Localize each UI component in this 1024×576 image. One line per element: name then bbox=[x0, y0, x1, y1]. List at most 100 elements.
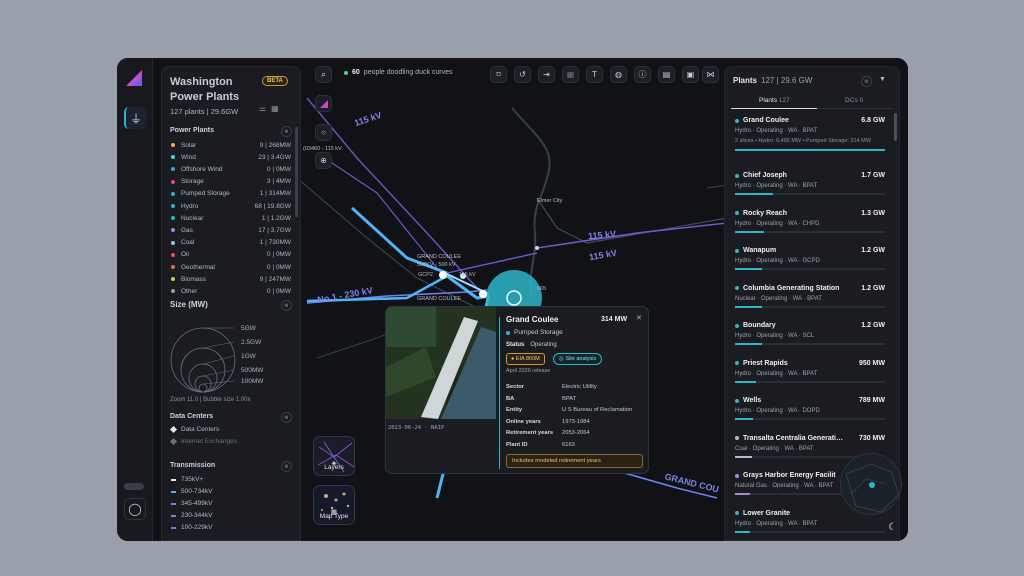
plant-list-item[interactable]: Chief Joseph 1.7 GW Hydro · Operating · W… bbox=[735, 172, 885, 195]
dc-label: Data Centers bbox=[181, 426, 220, 433]
source-label: Solar bbox=[181, 141, 197, 149]
tab-plants[interactable]: Plants 127 bbox=[759, 97, 790, 104]
sliders-icon[interactable]: ⚌ bbox=[259, 104, 271, 113]
field-key: Entity bbox=[506, 407, 523, 413]
source-legend-item[interactable]: Wind 23 | 3.4GW bbox=[171, 151, 291, 163]
plant-dot-icon bbox=[735, 211, 739, 215]
circle-tool-icon[interactable]: ○ bbox=[315, 124, 332, 141]
panel-controls[interactable]: ⚌▦ bbox=[259, 104, 284, 113]
retirement-note: Includes modeled retirement years bbox=[506, 454, 643, 468]
capacity-bar bbox=[735, 418, 885, 420]
chevron-down-icon[interactable]: ▼ bbox=[879, 76, 886, 83]
transmission-legend-item[interactable]: 100-229kV bbox=[171, 524, 212, 531]
source-legend-item[interactable]: Geothermal 0 | 0MW bbox=[171, 261, 291, 273]
moon-icon[interactable]: ☾ bbox=[888, 522, 900, 534]
scrollbar[interactable] bbox=[894, 113, 897, 141]
source-legend-item[interactable]: Biomass 9 | 247MW bbox=[171, 273, 291, 285]
minimap[interactable] bbox=[840, 453, 902, 515]
plant-name-row: Wanapum 1.2 GW bbox=[735, 247, 885, 254]
source-dot-icon bbox=[171, 191, 175, 196]
document-icon[interactable]: ▤ bbox=[658, 66, 675, 83]
search-icon[interactable]: ⌕ bbox=[315, 66, 332, 83]
share-icon[interactable]: ⋈ bbox=[702, 66, 719, 83]
capacity-bar bbox=[735, 149, 885, 151]
text-tool-icon[interactable]: T bbox=[586, 66, 603, 83]
plant-list-item[interactable]: Grand Coulee 6.8 GW Hydro · Operating · W… bbox=[735, 117, 885, 151]
site-analysis-button[interactable]: ◎ Site analysis bbox=[553, 353, 603, 365]
layers-button[interactable]: ◈ Layers bbox=[313, 436, 355, 476]
transmission-legend-item[interactable]: 500-734kV bbox=[171, 488, 212, 495]
source-legend-item[interactable]: Storage 3 | 4MW bbox=[171, 176, 291, 188]
grid-icon[interactable]: ▦ bbox=[562, 66, 579, 83]
beta-badge: BETA bbox=[262, 76, 288, 86]
dc-legend-item[interactable]: Internet Exchanges bbox=[169, 437, 238, 446]
transmission-legend-item[interactable]: 345-499kV bbox=[171, 500, 212, 507]
transmission-label: 230-344kV bbox=[181, 512, 213, 519]
source-label: Geothermal bbox=[181, 263, 215, 271]
locate-icon[interactable]: ⊕ bbox=[315, 152, 332, 169]
plant-list-item[interactable]: Rocky Reach 1.3 GW Hydro · Operating · WA… bbox=[735, 210, 885, 233]
map-type-button[interactable]: ▦ Map Type bbox=[313, 485, 355, 525]
size-label: 2.5GW bbox=[241, 339, 262, 346]
source-legend-item[interactable]: Offshore Wind 0 | 0MW bbox=[171, 163, 291, 175]
settings-icon[interactable]: ⚙ bbox=[861, 76, 872, 87]
source-dot-icon bbox=[171, 277, 175, 282]
transmission-tower-icon[interactable]: ⏚ bbox=[124, 107, 146, 129]
source-label: Storage bbox=[181, 178, 204, 186]
source-legend-item[interactable]: Oil 0 | 0MW bbox=[171, 249, 291, 261]
settings-icon[interactable]: ⚙ bbox=[281, 412, 292, 423]
rail-toggle[interactable] bbox=[124, 483, 144, 490]
popup-type: Pumped Storage bbox=[506, 329, 563, 336]
plant-name: Lower Granite bbox=[743, 509, 791, 517]
eia-badge[interactable]: ● EIA 860M bbox=[506, 353, 545, 365]
scrollbar[interactable] bbox=[295, 127, 298, 217]
plant-name: Transalta Centralia Generati… bbox=[743, 434, 843, 442]
site-label: Site analysis bbox=[565, 356, 597, 362]
settings-icon[interactable]: ⚙ bbox=[281, 300, 292, 311]
substation-label: 115 kV bbox=[459, 272, 476, 278]
tab-dcs[interactable]: DCs 0 bbox=[845, 97, 863, 104]
plant-meta: Coal · Operating · WA · BPAT bbox=[735, 445, 814, 452]
source-legend-item[interactable]: Pumped Storage 1 | 314MW bbox=[171, 188, 291, 200]
plant-capacity: 1.7 GW bbox=[861, 172, 885, 179]
source-legend-item[interactable]: Coal 1 | 730MW bbox=[171, 237, 291, 249]
settings-icon[interactable]: ⚙ bbox=[281, 126, 292, 137]
source-legend-item[interactable]: Gas 17 | 3.7GW bbox=[171, 224, 291, 236]
image-icon[interactable]: ▣ bbox=[682, 66, 699, 83]
bookmark-icon[interactable]: ⌑ bbox=[490, 66, 507, 83]
online-dot-icon bbox=[344, 70, 348, 75]
plant-name: Chief Joseph bbox=[743, 172, 787, 179]
plant-list-item[interactable]: Wells 789 MW Hydro · Operating · WA · DOP… bbox=[735, 397, 885, 420]
source-value: 23 | 3.4GW bbox=[258, 153, 291, 161]
transmission-legend-item[interactable]: 735kV+ bbox=[171, 476, 203, 483]
source-label: Biomass bbox=[181, 275, 206, 283]
brand-shape-icon[interactable] bbox=[315, 95, 332, 112]
dc-legend-item[interactable]: Data Centers bbox=[169, 425, 220, 434]
plant-dot-icon bbox=[735, 118, 739, 123]
globe-icon[interactable]: ◍ bbox=[610, 66, 627, 83]
source-legend-item[interactable]: Other 0 | 0MW bbox=[171, 285, 291, 297]
info-icon[interactable]: ⓘ bbox=[634, 66, 651, 83]
source-label: Other bbox=[181, 287, 198, 295]
history-icon[interactable]: ↺ bbox=[514, 66, 531, 83]
close-icon[interactable]: ✕ bbox=[636, 314, 642, 322]
export-icon[interactable]: ⇥ bbox=[538, 66, 555, 83]
grid-icon[interactable]: ▦ bbox=[271, 104, 284, 113]
dc-label: Internet Exchanges bbox=[181, 438, 238, 445]
plant-list-item[interactable]: Wanapum 1.2 GW Hydro · Operating · WA · G… bbox=[735, 247, 885, 270]
plant-list-item[interactable]: Columbia Generating Station 1.2 GW Nuclea… bbox=[735, 285, 885, 308]
source-legend-item[interactable]: Hydro 68 | 19.8GW bbox=[171, 200, 291, 212]
status-value: Operating bbox=[530, 342, 557, 348]
settings-icon[interactable]: ⚙ bbox=[281, 461, 292, 472]
plant-capacity: 1.2 GW bbox=[861, 322, 885, 329]
user-icon[interactable]: ◯ bbox=[124, 498, 146, 520]
plant-list-item[interactable]: Priest Rapids 950 MW Hydro · Operating · … bbox=[735, 360, 885, 383]
transmission-legend-item[interactable]: 230-344kV bbox=[171, 512, 212, 519]
plant-name-row: Wells 789 MW bbox=[735, 397, 885, 404]
layers-label: ◈ Layers bbox=[314, 460, 354, 471]
source-legend-item[interactable]: Nuclear 1 | 1.2GW bbox=[171, 212, 291, 224]
plant-list-item[interactable]: Boundary 1.2 GW Hydro · Operating · WA · … bbox=[735, 322, 885, 345]
field-value: 1973-1984 bbox=[562, 418, 590, 425]
source-label: Wind bbox=[181, 153, 196, 161]
source-legend-item[interactable]: Solar 9 | 268MW bbox=[171, 139, 291, 151]
